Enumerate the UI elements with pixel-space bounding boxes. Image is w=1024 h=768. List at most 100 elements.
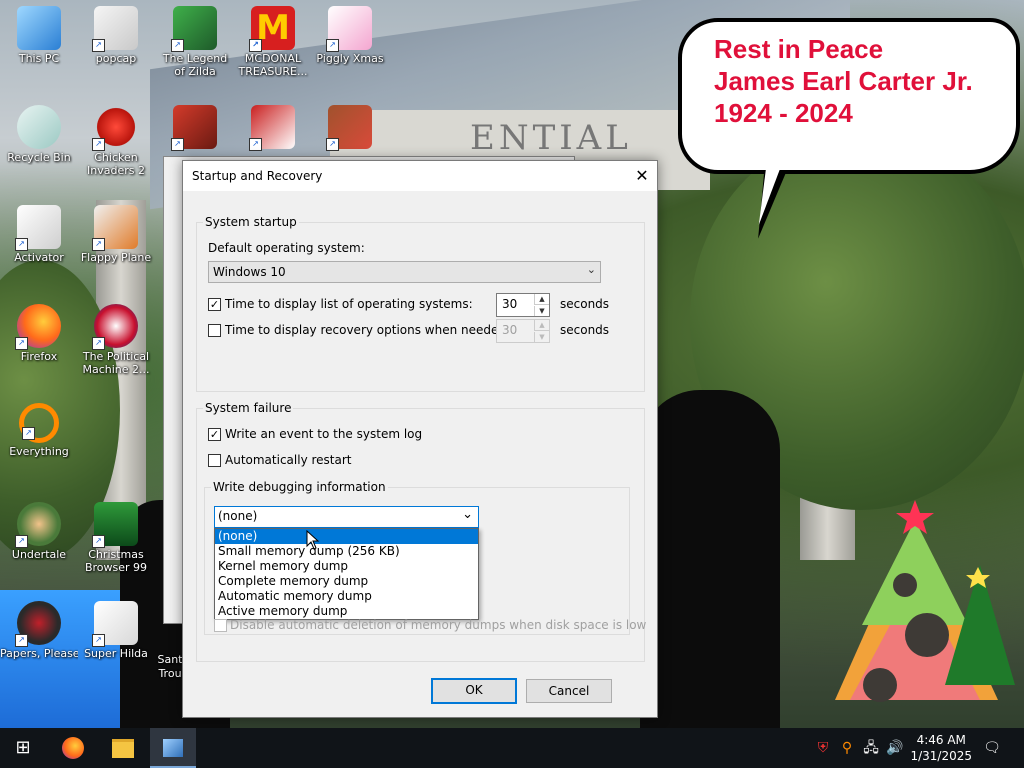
startup-recovery-dialog: Startup and Recovery ✕ System startup De… [182, 160, 658, 718]
dropdown-option[interactable]: (none) [215, 529, 478, 544]
close-icon[interactable]: ✕ [627, 161, 657, 191]
seconds-label: seconds [560, 323, 610, 337]
taskbar-firefox-icon[interactable] [50, 728, 96, 768]
desktop-icon-activator[interactable]: ↗ Activator [0, 205, 78, 265]
desktop-icon-papers-please[interactable]: ↗ Papers, Please [0, 601, 78, 661]
desktop-icon-everything[interactable]: ↗ Everything [0, 403, 78, 459]
shortcut-arrow-icon: ↗ [15, 634, 28, 647]
disable-auto-delete-checkbox[interactable] [214, 619, 227, 632]
system-failure-label: System failure [203, 401, 294, 415]
mouse-cursor-icon [306, 530, 320, 550]
dropdown-option[interactable]: Small memory dump (256 KB) [215, 544, 478, 559]
auto-restart-label[interactable]: Automatically restart [225, 453, 351, 467]
shortcut-arrow-icon: ↗ [249, 138, 262, 151]
time-recovery-label[interactable]: Time to display recovery options when ne… [225, 323, 510, 337]
time-list-checkbox[interactable]: ✓ [208, 298, 221, 311]
time-recovery-spinner[interactable]: 30 ▲ ▼ [496, 319, 550, 343]
time-list-spinner[interactable]: 30 ▲ ▼ [496, 293, 550, 317]
desktop-icon-recycle-bin[interactable]: Recycle Bin [0, 105, 78, 165]
desktop-icon-legend-of-zilda[interactable]: ↗ The Legend of Zilda [156, 6, 234, 78]
desktop-icon-label: Recycle Bin [7, 151, 71, 164]
christmas-tree-icon: ↗ [92, 502, 138, 548]
start-button[interactable]: ⊞ [0, 728, 46, 768]
desktop-icon-label: This PC [18, 52, 60, 65]
auto-restart-checkbox[interactable] [208, 454, 221, 467]
desktop-icon-teddy[interactable]: ↗ [311, 105, 389, 151]
firefox-icon [62, 737, 84, 759]
shortcut-arrow-icon: ↗ [92, 634, 105, 647]
popcap-icon: ↗ [92, 6, 138, 52]
spinner-up-icon[interactable]: ▲ [534, 294, 549, 305]
desktop-icon-chicken-invaders[interactable]: ↗ Chicken Invaders 2 [77, 105, 155, 177]
activator-icon: ↗ [15, 205, 61, 251]
shortcut-arrow-icon: ↗ [326, 39, 339, 52]
dropdown-option[interactable]: Automatic memory dump [215, 589, 478, 604]
debug-info-label: Write debugging information [211, 480, 388, 494]
write-event-checkbox[interactable]: ✓ [208, 428, 221, 441]
dialog-titlebar[interactable]: Startup and Recovery ✕ [183, 161, 657, 191]
spinner-down-icon[interactable]: ▼ [534, 306, 549, 316]
folder-icon [112, 738, 134, 758]
desktop-icon-super-hilda[interactable]: ↗ Super Hilda [77, 601, 155, 661]
spinner-up-icon[interactable]: ▲ [534, 320, 549, 331]
taskbar-clock[interactable]: 4:46 AM 1/31/2025 [910, 732, 972, 764]
taskbar-file-explorer-icon[interactable] [100, 728, 146, 768]
desktop-icon-seasons[interactable]: ↗ [156, 105, 234, 151]
desktop-icon-this-pc[interactable]: This PC [0, 6, 78, 66]
time-list-label[interactable]: Time to display list of operating system… [225, 297, 473, 311]
shortcut-arrow-icon: ↗ [92, 535, 105, 548]
time-list-value: 30 [502, 297, 518, 311]
dropdown-option[interactable]: Complete memory dump [215, 574, 478, 589]
snowman-icon: ↗ [249, 105, 295, 151]
debug-info-select[interactable]: (none) ⌄ [214, 506, 479, 528]
firefox-icon: ↗ [15, 304, 61, 350]
shortcut-arrow-icon: ↗ [22, 427, 35, 440]
dropdown-option[interactable]: Kernel memory dump [215, 559, 478, 574]
chevron-down-icon: ⌄ [586, 263, 596, 276]
desktop-icon-piggly-xmas[interactable]: ↗ Piggly Xmas [311, 6, 389, 66]
default-os-select[interactable]: Windows 10 ⌄ [208, 261, 601, 283]
shortcut-arrow-icon: ↗ [15, 337, 28, 350]
system-startup-label: System startup [203, 215, 299, 229]
clock-date: 1/31/2025 [910, 749, 972, 763]
desktop-icon-label: Papers, Please [0, 647, 78, 660]
search-tool-icon: ↗ [19, 403, 59, 443]
desktop-icon-label: Firefox [20, 350, 58, 363]
shortcut-arrow-icon: ↗ [326, 138, 339, 151]
desktop-icon-snowman[interactable]: ↗ [234, 105, 312, 151]
desktop-icon-mcdonal-treasure[interactable]: M ↗ MCDONAL TREASURE... [234, 6, 312, 78]
desktop-icon-popcap[interactable]: ↗ popcap [77, 6, 155, 66]
recycle-bin-icon [17, 105, 61, 149]
time-recovery-checkbox[interactable] [208, 324, 221, 337]
network-icon[interactable]: 🖧 [860, 728, 882, 768]
papers-please-icon: ↗ [15, 601, 61, 647]
volume-icon[interactable]: 🔊 [884, 728, 906, 768]
desktop-icon-label: popcap [95, 52, 137, 65]
desktop-icon-label: Piggly Xmas [316, 52, 384, 65]
search-tool-tray-icon[interactable]: ⚲ [836, 728, 858, 768]
desktop-icon-undertale[interactable]: ↗ Undertale [0, 502, 78, 562]
desktop-icon-label: Chicken Invaders 2 [87, 151, 145, 177]
desktop-icon-political-machine[interactable]: ↗ The Political Machine 2... [77, 304, 155, 376]
desktop-icon-label: Super Hilda [84, 647, 148, 660]
desktop-icon-flappy-plane[interactable]: ↗ Flappy Plane [77, 205, 155, 265]
write-event-label[interactable]: Write an event to the system log [225, 427, 422, 441]
dialog-title: Startup and Recovery [192, 169, 323, 183]
desktop-icon-firefox[interactable]: ↗ Firefox [0, 304, 78, 364]
desktop-icon-christmas-browser[interactable]: ↗ Christmas Browser 99 [77, 502, 155, 574]
spinner-down-icon[interactable]: ▼ [534, 332, 549, 342]
taskbar-system-properties-icon[interactable] [150, 728, 196, 768]
seconds-label: seconds [560, 297, 610, 311]
cancel-button[interactable]: Cancel [526, 679, 612, 703]
desktop-icon-label: MCDONAL TREASURE... [238, 52, 308, 78]
debug-info-selected: (none) [218, 509, 258, 523]
shortcut-arrow-icon: ↗ [92, 337, 105, 350]
dropdown-option[interactable]: Active memory dump [215, 604, 478, 619]
defender-icon[interactable]: ⛨ [812, 728, 834, 768]
disable-auto-delete-label[interactable]: Disable automatic deletion of memory dum… [230, 618, 646, 632]
shortcut-arrow-icon: ↗ [92, 39, 105, 52]
ok-button[interactable]: OK [431, 678, 517, 704]
action-center-icon[interactable]: 🗨 [980, 728, 1004, 768]
mcdonalds-icon: M ↗ [249, 6, 295, 52]
hilda-icon: ↗ [92, 601, 138, 647]
